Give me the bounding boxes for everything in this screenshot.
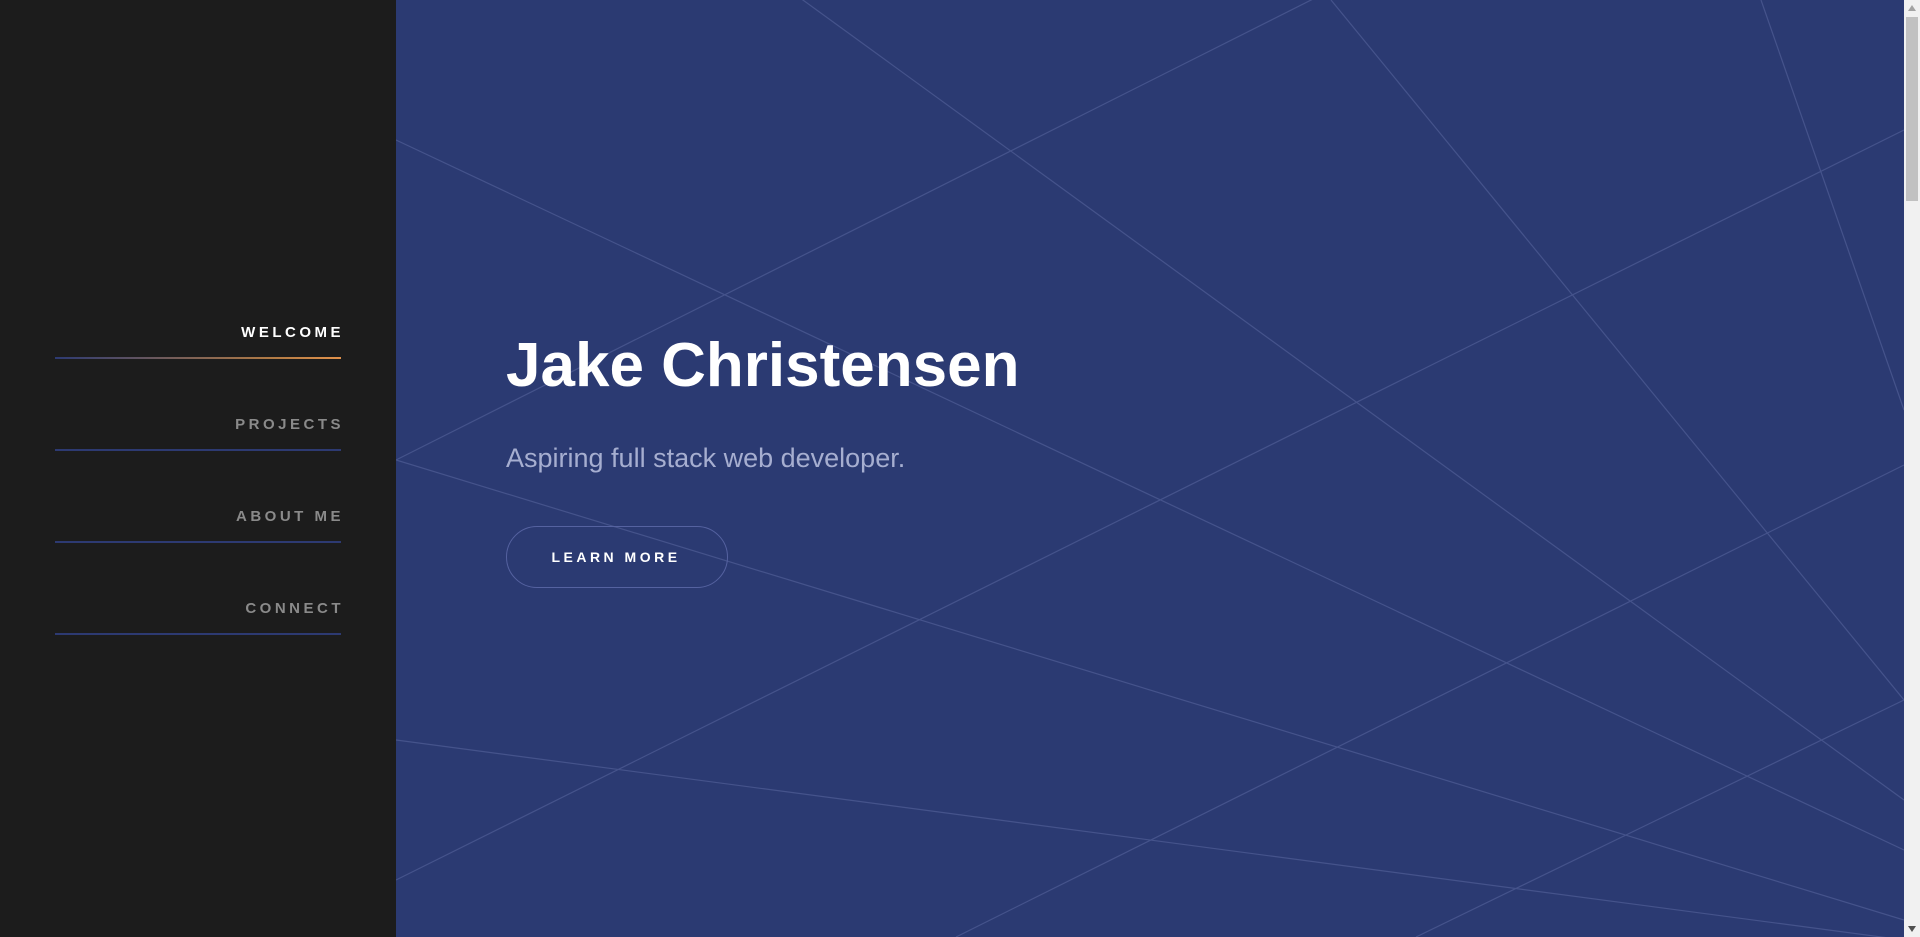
sidebar: WELCOME PROJECTS ABOUT ME CONNECT — [0, 0, 396, 937]
nav-item-underline — [55, 449, 341, 451]
nav-item-underline — [55, 633, 341, 635]
sidebar-nav: WELCOME PROJECTS ABOUT ME CONNECT — [55, 310, 341, 678]
nav-item-label: PROJECTS — [235, 416, 344, 433]
nav-item-underline — [55, 357, 341, 359]
scrollbar[interactable] — [1904, 0, 1920, 937]
triangle-up-icon — [1908, 5, 1916, 11]
nav-item-welcome[interactable]: WELCOME — [55, 310, 341, 402]
nav-item-label: ABOUT ME — [236, 508, 344, 525]
nav-item-projects[interactable]: PROJECTS — [55, 402, 341, 494]
nav-item-connect[interactable]: CONNECT — [55, 586, 341, 678]
triangle-down-icon — [1908, 926, 1916, 932]
page: WELCOME PROJECTS ABOUT ME CONNECT Jake C… — [0, 0, 1920, 937]
learn-more-button[interactable]: LEARN MORE — [506, 526, 728, 588]
hero-title: Jake Christensen — [506, 331, 1020, 400]
hero-subtitle: Aspiring full stack web developer. — [506, 443, 906, 473]
hero-section: Jake Christensen Aspiring full stack web… — [396, 0, 1904, 937]
nav-item-label: WELCOME — [241, 324, 344, 341]
nav-item-about-me[interactable]: ABOUT ME — [55, 494, 341, 586]
nav-item-label: CONNECT — [245, 600, 344, 617]
hero-content: Jake Christensen Aspiring full stack web… — [506, 330, 1019, 588]
nav-item-underline — [55, 541, 341, 543]
scroll-up-arrow[interactable] — [1904, 0, 1920, 16]
scrollbar-thumb[interactable] — [1906, 17, 1918, 201]
scroll-down-arrow[interactable] — [1904, 921, 1920, 937]
